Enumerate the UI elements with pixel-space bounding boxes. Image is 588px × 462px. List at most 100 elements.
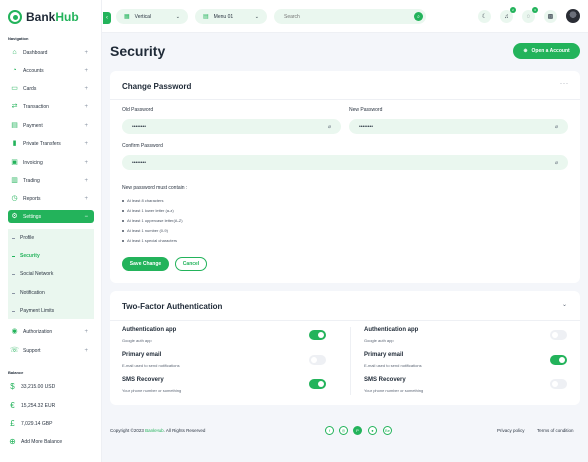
sidebar-item-support[interactable]: ☏ Support + bbox=[8, 344, 94, 357]
copyright-brand[interactable]: BankHub bbox=[145, 428, 164, 433]
gear-icon: ⚙ bbox=[11, 213, 18, 220]
sidebar-item-invoicing[interactable]: ▣ Invoicing + bbox=[8, 156, 94, 169]
sidebar-item-dashboard[interactable]: ⌂ Dashboard + bbox=[8, 46, 94, 59]
balance-eur[interactable]: € 15,254.32 EUR bbox=[8, 401, 55, 410]
bullet-icon bbox=[122, 209, 124, 212]
sidebar-item-reports[interactable]: ◷ Reports + bbox=[8, 192, 94, 205]
requirement-text: At least 1 number (0-9) bbox=[127, 228, 168, 233]
requirement-item: At least 8 characters bbox=[122, 198, 163, 203]
eye-off-icon[interactable]: ⌀ bbox=[328, 124, 331, 130]
logo-icon bbox=[8, 10, 22, 24]
add-circle-icon: ⊕ bbox=[9, 437, 16, 446]
collapse-sidebar-button[interactable]: ‹ bbox=[103, 12, 111, 24]
sidebar-item-label: Transaction bbox=[23, 103, 49, 110]
submenu-item-security[interactable]: Security bbox=[12, 253, 40, 259]
euro-icon: € bbox=[10, 401, 15, 410]
terms-link[interactable]: Terms of condition bbox=[537, 428, 574, 433]
add-balance-button[interactable]: ⊕ Add More Balance bbox=[8, 437, 62, 446]
menu-select[interactable]: ▤ Menu 01 ⌄ bbox=[195, 9, 267, 24]
sidebar-item-accounts[interactable]: ◔ Accounts + bbox=[8, 64, 94, 77]
sms-recovery-toggle[interactable] bbox=[550, 379, 567, 389]
auth-app-toggle[interactable] bbox=[550, 330, 567, 340]
pinterest-icon[interactable]: P bbox=[353, 426, 362, 435]
eye-off-icon[interactable]: ⌀ bbox=[555, 124, 558, 130]
submenu-item-label: Security bbox=[20, 253, 40, 259]
search-button[interactable]: ⌕ bbox=[414, 12, 423, 21]
tfa-option-desc: Google auth app bbox=[122, 338, 152, 343]
card-divider bbox=[110, 320, 580, 321]
facebook-icon[interactable]: f bbox=[325, 426, 334, 435]
sidebar-item-label: Invoicing bbox=[23, 159, 43, 166]
sidebar-item-label: Cards bbox=[23, 85, 37, 92]
sidebar-item-private-transfers[interactable]: ▮ Private Transfers + bbox=[8, 137, 94, 150]
requirement-item: At least 1 number (0-9) bbox=[122, 228, 168, 233]
messages-button[interactable]: ◌ 3 bbox=[522, 7, 538, 23]
balance-usd[interactable]: $ 33,215.00 USD bbox=[8, 382, 55, 391]
confirm-password-field: ⌀ bbox=[122, 155, 568, 170]
more-options-icon[interactable]: ··· bbox=[560, 81, 569, 87]
open-account-button[interactable]: ⊕ Open a Account bbox=[513, 43, 580, 59]
submenu-item-social-network[interactable]: Social Network bbox=[12, 271, 53, 277]
primary-email-toggle[interactable] bbox=[309, 355, 326, 365]
confirm-password-label: Confirm Password bbox=[122, 143, 163, 149]
notification-button[interactable]: ♫ 2 bbox=[500, 7, 516, 23]
plus-icon: + bbox=[84, 103, 88, 110]
submenu-item-payment-limits[interactable]: Payment Limits bbox=[12, 308, 54, 314]
search-bar: ⌕ bbox=[274, 9, 426, 24]
sidebar-item-cards[interactable]: ▭ Cards + bbox=[8, 82, 94, 95]
tfa-option-desc: Your phone number or something bbox=[364, 388, 424, 393]
tfa-option-desc: Google auth app bbox=[364, 338, 394, 343]
trading-icon: ▥ bbox=[11, 177, 18, 184]
primary-email-toggle[interactable] bbox=[550, 355, 567, 365]
submenu-item-notification[interactable]: Notification bbox=[12, 290, 45, 296]
privacy-policy-link[interactable]: Privacy policy bbox=[497, 428, 525, 433]
instagram-icon[interactable]: ◎ bbox=[339, 426, 348, 435]
sidebar-item-settings[interactable]: ⚙ Settings − bbox=[8, 210, 94, 223]
balance-gbp[interactable]: £ 7,029.14 GBP bbox=[8, 419, 52, 428]
tfa-option-title: SMS Recovery bbox=[122, 377, 164, 383]
message-badge: 3 bbox=[532, 7, 538, 13]
sidebar-item-trading[interactable]: ▥ Trading + bbox=[8, 174, 94, 187]
sidebar-item-transaction[interactable]: ⇄ Transaction + bbox=[8, 100, 94, 113]
toggle-knob bbox=[552, 381, 558, 387]
layout-select[interactable]: ▦ Vertical ⌄ bbox=[116, 9, 188, 24]
plus-icon: + bbox=[84, 177, 88, 184]
requirement-text: At least 8 characters bbox=[127, 198, 164, 203]
sms-recovery-toggle[interactable] bbox=[309, 379, 326, 389]
invoice-icon: ▣ bbox=[11, 159, 18, 166]
behance-icon[interactable]: Be bbox=[383, 426, 392, 435]
confirm-password-input[interactable] bbox=[132, 159, 481, 166]
plus-icon: + bbox=[84, 85, 88, 92]
eye-off-icon[interactable]: ⌀ bbox=[555, 160, 558, 166]
old-password-field: ⌀ bbox=[122, 119, 341, 134]
open-account-label: Open a Account bbox=[531, 48, 570, 54]
submenu-item-profile[interactable]: Profile bbox=[12, 235, 34, 241]
add-circle-icon: ⊕ bbox=[523, 48, 528, 54]
plus-icon: + bbox=[84, 49, 88, 56]
theme-toggle-button[interactable]: ☾ bbox=[478, 10, 491, 23]
card-icon: ▭ bbox=[11, 85, 18, 92]
user-avatar[interactable] bbox=[566, 9, 580, 23]
chat-icon: ◌ bbox=[526, 13, 531, 20]
cancel-button[interactable]: Cancel bbox=[175, 257, 207, 271]
new-password-field: ⌀ bbox=[349, 119, 568, 134]
sidebar-item-label: Dashboard bbox=[23, 49, 48, 56]
auth-app-toggle[interactable] bbox=[309, 330, 326, 340]
chevron-down-icon[interactable]: ⌄ bbox=[562, 301, 568, 308]
new-password-input[interactable] bbox=[359, 123, 527, 130]
old-password-input[interactable] bbox=[132, 123, 300, 130]
tfa-option-title: Primary email bbox=[122, 352, 162, 358]
grid-icon: ▦ bbox=[124, 14, 130, 20]
save-change-button[interactable]: Save Change bbox=[122, 257, 169, 271]
sidebar-item-authorization[interactable]: ◉ Authorization + bbox=[8, 325, 94, 338]
sidebar-item-label: Private Transfers bbox=[23, 140, 61, 147]
dribbble-icon[interactable]: ● bbox=[368, 426, 377, 435]
apps-button[interactable]: ▩ bbox=[544, 10, 557, 23]
copyright-prefix: Copyright ©2023 bbox=[110, 428, 146, 433]
brand-logo[interactable]: BankHub bbox=[8, 9, 79, 25]
report-icon: ◷ bbox=[11, 195, 18, 202]
requirement-text: At least 1 uppercase letter(A-Z) bbox=[127, 218, 183, 223]
sidebar-item-payment[interactable]: ▤ Payment + bbox=[8, 119, 94, 132]
search-input[interactable] bbox=[284, 13, 404, 20]
topbar: ‹ ▦ Vertical ⌄ ▤ Menu 01 ⌄ ⌕ ☾ ♫ 2 ◌ 3 ▩ bbox=[102, 0, 588, 33]
